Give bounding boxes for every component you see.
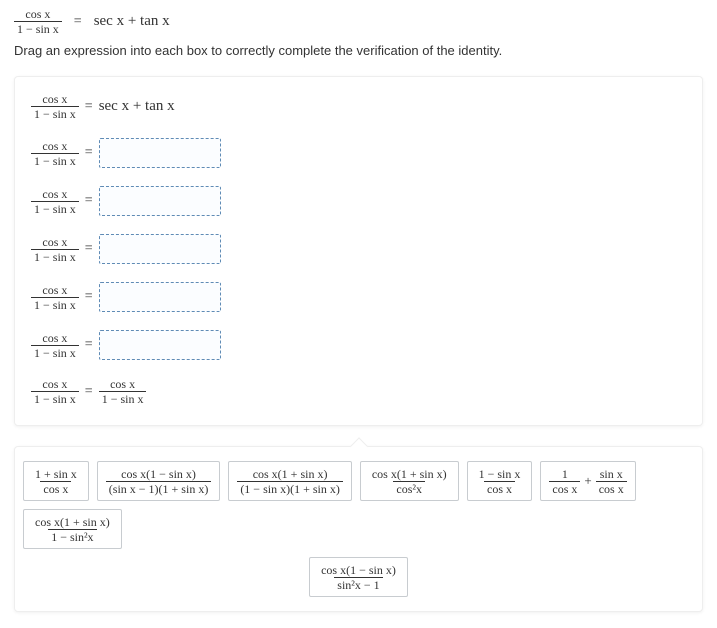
work7-rhs: cos x 1 − sin x: [99, 378, 147, 405]
work1-lhs: cos x 1 − sin x: [31, 93, 79, 120]
identity-eq: =: [74, 14, 82, 30]
tile-palette: 1 + sin x cos x cos x(1 − sin x) (sin x …: [14, 446, 703, 612]
tile-7[interactable]: cos x(1 + sin x) 1 − sin²x: [23, 509, 122, 549]
instruction-text: Drag an expression into each box to corr…: [0, 35, 717, 72]
tile-1[interactable]: 1 + sin x cos x: [23, 461, 89, 501]
identity-rhs: sec x + tan x: [94, 13, 170, 30]
work-line-3: cos x 1 − sin x =: [31, 186, 692, 216]
tile-5[interactable]: 1 − sin x cos x: [467, 461, 533, 501]
drop-target-3[interactable]: [99, 234, 221, 264]
tile-row-2: cos x(1 − sin x) sin²x − 1: [23, 557, 694, 597]
identity-expression: cos x 1 − sin x = sec x + tan x: [0, 0, 717, 35]
tile-8[interactable]: cos x(1 − sin x) sin²x − 1: [309, 557, 408, 597]
work-line-4: cos x 1 − sin x =: [31, 234, 692, 264]
work-line-7: cos x 1 − sin x = cos x 1 − sin x: [31, 378, 692, 405]
work-line-5: cos x 1 − sin x =: [31, 282, 692, 312]
identity-lhs-den: 1 − sin x: [14, 21, 62, 35]
work-line-2: cos x 1 − sin x =: [31, 138, 692, 168]
identity-lhs-num: cos x: [22, 8, 53, 21]
drop-target-1[interactable]: [99, 138, 221, 168]
work-line-1: cos x 1 − sin x = sec x + tan x: [31, 93, 692, 120]
drop-target-5[interactable]: [99, 330, 221, 360]
tile-6[interactable]: 1 cos x + sin x cos x: [540, 461, 635, 501]
work1-rhs: sec x + tan x: [99, 98, 175, 115]
verification-work-area: cos x 1 − sin x = sec x + tan x cos x 1 …: [14, 76, 703, 426]
drop-target-4[interactable]: [99, 282, 221, 312]
tile-3[interactable]: cos x(1 + sin x) (1 − sin x)(1 + sin x): [228, 461, 352, 501]
tile-4[interactable]: cos x(1 + sin x) cos²x: [360, 461, 459, 501]
work-line-6: cos x 1 − sin x =: [31, 330, 692, 360]
tile-2[interactable]: cos x(1 − sin x) (sin x − 1)(1 + sin x): [97, 461, 221, 501]
tile-row-1: 1 + sin x cos x cos x(1 − sin x) (sin x …: [23, 461, 694, 549]
identity-lhs-fraction: cos x 1 − sin x: [14, 8, 62, 35]
drop-target-2[interactable]: [99, 186, 221, 216]
